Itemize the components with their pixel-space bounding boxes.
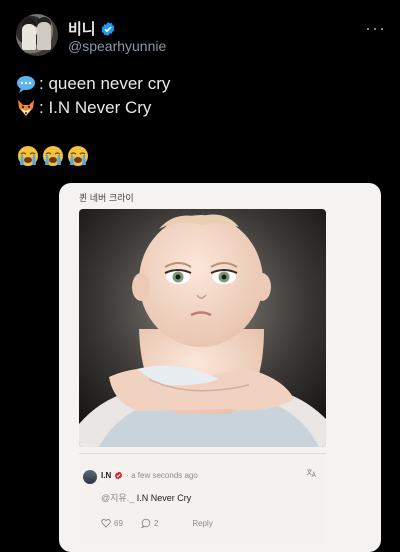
reply-label: Reply [192,518,213,528]
comment-username[interactable]: I.N [101,471,111,480]
tweet-media[interactable]: 퀸 네버 크라이 I.N · a few seconds ago @지유._ I… [59,183,381,552]
reaction-emojis [17,145,89,167]
comment-body: @지유._ I.N Never Cry [101,491,191,504]
tweet-text: : queen never cry : I.N Never Cry [16,72,170,120]
comment-actions: 69 2 Reply [101,518,213,528]
display-name[interactable]: 비니 [68,18,96,39]
tweet-header: 비니 @spearhyunnie ··· [16,14,386,58]
heart-icon [101,519,111,528]
comment-card: I.N · a few seconds ago @지유._ I.N Never … [79,453,326,544]
avatar[interactable] [16,14,58,56]
loudly-crying-face-icon [43,146,63,166]
fox-face-icon [18,100,34,116]
tweet-line: : I.N Never Cry [16,96,170,120]
comment-text: I.N Never Cry [136,493,192,503]
baby-illustration [79,209,326,447]
media-title: 퀸 네버 크라이 [79,193,134,203]
reply-count: 2 [153,518,159,528]
name-row: 비니 [68,18,116,39]
loudly-crying-face-icon [18,146,38,166]
reply-button[interactable]: Reply [192,519,212,528]
comment-bubble-icon [141,518,151,528]
comment-header: I.N · a few seconds ago [101,471,198,480]
replies-button[interactable]: 2 [141,518,158,528]
loudly-crying-face-icon [68,146,88,166]
like-button[interactable]: 69 [101,518,123,528]
tweet-line-text: : I.N Never Cry [39,98,152,117]
verified-badge-icon [101,21,114,36]
red-verified-badge-icon [115,471,123,480]
tweet-line: : queen never cry [16,72,170,96]
more-options-button[interactable]: ··· [365,18,386,39]
comment-avatar[interactable] [83,470,97,484]
tweet-line-text: : queen never cry [39,74,171,93]
comment-time: · a few seconds ago [126,471,198,480]
comment-mention[interactable]: @지유._ [101,493,134,503]
like-count: 69 [114,518,123,528]
speech-bubble-icon [17,76,35,93]
translate-icon[interactable] [306,468,316,481]
user-handle[interactable]: @spearhyunnie [68,38,166,54]
